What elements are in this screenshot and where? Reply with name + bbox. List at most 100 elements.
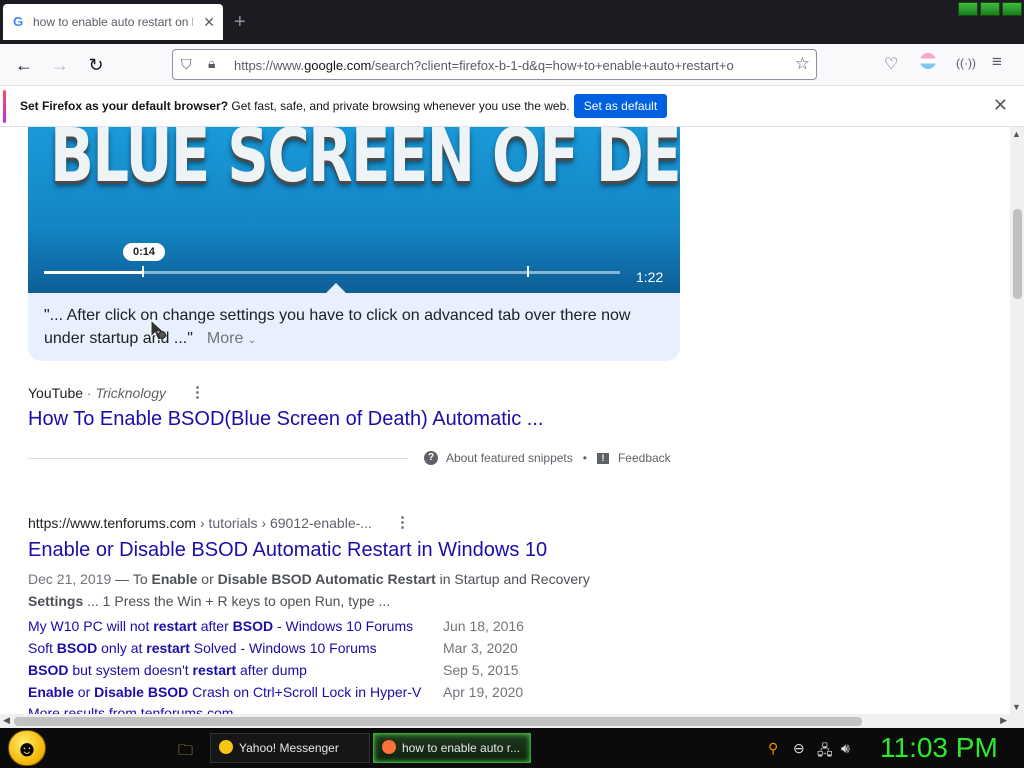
sitelink-date: Jun 18, 2016 [443,618,524,634]
result-description: Dec 21, 2019 — To Enable or Disable BSOD… [28,571,590,609]
result-date: Dec 21, 2019 [28,571,112,587]
vertical-scrollbar[interactable]: ▲ ▼ [1010,127,1024,714]
featured-snippet-box: "... After click on change settings you … [28,283,680,361]
url-prefix: https://www. [234,58,305,73]
more-button[interactable]: More ⌄ [207,330,256,347]
system-clock[interactable]: 11:03 PM [880,732,998,764]
yahoo-messenger-icon [219,740,233,754]
network-tray-icon[interactable]: 🖧︎ [817,740,833,764]
folder-icon[interactable]: 🗀︎ [178,740,193,765]
result-title-link[interactable]: Enable or Disable BSOD Automatic Restart… [28,539,547,562]
video-current-time: 0:14 [123,243,165,261]
taskbar-task-firefox[interactable]: how to enable auto r... [373,733,531,763]
more-options-icon[interactable]: ⋮ [190,383,205,401]
notification-text: Get fast, safe, and private browsing whe… [228,99,570,113]
set-as-default-button[interactable]: Set as default [574,94,667,118]
featured-video-player[interactable]: BLUE SCREEN OF DEATH 0:14 1:22 [28,127,680,293]
url-bar[interactable]: ⛉ 🔒︎ https://www.google.com/search?clien… [172,49,817,80]
video-progress-fill [44,271,143,274]
cite-host: https://www.tenforums.com [28,515,197,531]
snippet-caret [326,283,346,293]
more-results-link[interactable]: More results from tenforums.com [28,705,233,714]
url-text[interactable]: https://www.google.com/search?client=fir… [234,58,786,73]
scroll-left-icon[interactable]: ◀ [3,715,10,726]
result-source: YouTube · Tricknology [28,385,166,401]
video-chapter-marker [527,266,529,277]
default-browser-notification: Set Firefox as your default browser? Get… [0,86,1024,127]
search-results-page: BLUE SCREEN OF DEATH 0:14 1:22 "... Afte… [0,127,1010,714]
sitelinks-list: My W10 PC will not restart after BSOD - … [28,616,548,704]
tracking-shield-icon[interactable]: ⛉ [181,56,192,73]
close-notification-icon[interactable]: ✕ [993,95,1008,116]
taskbar-task-yahoo-messenger[interactable]: Yahoo! Messenger [210,733,370,763]
snippet-quote: "... After click on change settings you … [44,307,631,347]
browser-tab[interactable]: G how to enable auto restart on b ✕ [3,4,223,40]
about-featured-snippets-link[interactable]: About featured snippets [446,451,573,465]
navigation-toolbar: ← → ↻ ⛉ 🔒︎ https://www.google.com/search… [0,44,1024,86]
horizontal-scrollbar[interactable]: ◀ ▶ [0,714,1010,728]
source-name: YouTube [28,385,84,401]
volume-icon[interactable]: 🔊︎ [841,740,850,757]
pocket-icon[interactable]: ♡ [884,54,898,74]
scroll-down-icon[interactable]: ▼ [1012,702,1021,712]
sitelink[interactable]: My W10 PC will not restart after BSOD - … [28,618,413,634]
tab-title: how to enable auto restart on b [33,15,193,29]
task-label: how to enable auto r... [402,741,521,755]
featured-snippet-footer: ? About featured snippets • ! Feedback [424,451,671,465]
hamburger-menu-icon[interactable]: ≡ [992,52,1002,72]
lock-icon[interactable]: 🔒︎ [208,55,215,72]
google-favicon-icon: G [12,14,24,29]
result-cite[interactable]: https://www.tenforums.com › tutorials › … [28,515,372,531]
tab-strip: G how to enable auto restart on b ✕ + [0,0,1024,44]
scroll-up-icon[interactable]: ▲ [1012,129,1021,139]
sitelink-row: Enable or Disable BSOD Crash on Ctrl+Scr… [28,682,548,704]
new-tab-button[interactable]: + [234,10,246,34]
notification-bold-text: Set Firefox as your default browser? [20,99,229,113]
sitelink[interactable]: Soft BSOD only at restart Solved - Windo… [28,640,377,656]
video-playhead[interactable] [142,266,144,277]
sitelink-row: Soft BSOD only at restart Solved - Windo… [28,638,548,660]
help-icon: ? [424,451,438,465]
forward-arrow-icon[interactable]: → [47,52,73,78]
extension-icon[interactable]: ((·)) [956,56,976,70]
sitelink-row: My W10 PC will not restart after BSOD - … [28,616,548,638]
more-options-icon[interactable]: ⋮ [395,513,410,531]
feedback-link[interactable]: Feedback [618,451,671,465]
video-progress-track[interactable] [44,271,620,274]
vertical-scroll-thumb[interactable] [1013,209,1022,299]
maximize-button[interactable] [980,2,1000,16]
divider [28,458,408,459]
horizontal-scroll-thumb[interactable] [14,717,862,726]
minus-circle-tray-icon[interactable]: ⊖ [793,740,805,757]
taskbar: ☻ 🗀︎ Yahoo! Messenger how to enable auto… [0,728,1024,768]
source-separator: · [83,385,96,401]
sitelink-row: BSOD but system doesn't restart after du… [28,660,548,682]
feedback-icon: ! [596,452,609,464]
result-title-link[interactable]: How To Enable BSOD(Blue Screen of Death)… [28,408,543,431]
close-tab-icon[interactable]: ✕ [203,14,215,31]
sitelink-date: Mar 3, 2020 [443,640,518,656]
chevron-down-icon: ⌄ [247,335,257,346]
account-icon[interactable] [920,53,936,69]
minimize-button[interactable] [958,2,978,16]
sitelink-date: Apr 19, 2020 [443,684,524,700]
task-label: Yahoo! Messenger [239,741,339,755]
cite-path: › tutorials › 69012-enable-... [196,515,372,531]
url-domain: google.com [304,58,372,73]
bookmark-star-icon[interactable]: ☆ [795,54,810,74]
video-overlay-text: BLUE SCREEN OF DEATH [50,127,680,199]
source-channel: Tricknology [95,385,167,401]
sitelink[interactable]: BSOD but system doesn't restart after du… [28,662,307,678]
url-path: /search?client=firefox-b-1-d&q=how+to+en… [371,58,734,73]
start-button-smiley-icon[interactable]: ☻ [8,730,46,766]
back-arrow-icon[interactable]: ← [11,52,37,78]
snippet-text: "... After click on change settings you … [44,304,654,352]
window-controls [958,2,1022,16]
scrollbar-corner [1010,714,1024,728]
reload-icon[interactable]: ↻ [83,52,109,78]
scroll-right-icon[interactable]: ▶ [1000,715,1007,726]
sitelink[interactable]: Enable or Disable BSOD Crash on Ctrl+Scr… [28,684,421,700]
sitelink-date: Sep 5, 2015 [443,662,519,678]
search-tray-icon[interactable]: ⚲ [768,740,778,757]
close-window-button[interactable] [1002,2,1022,16]
